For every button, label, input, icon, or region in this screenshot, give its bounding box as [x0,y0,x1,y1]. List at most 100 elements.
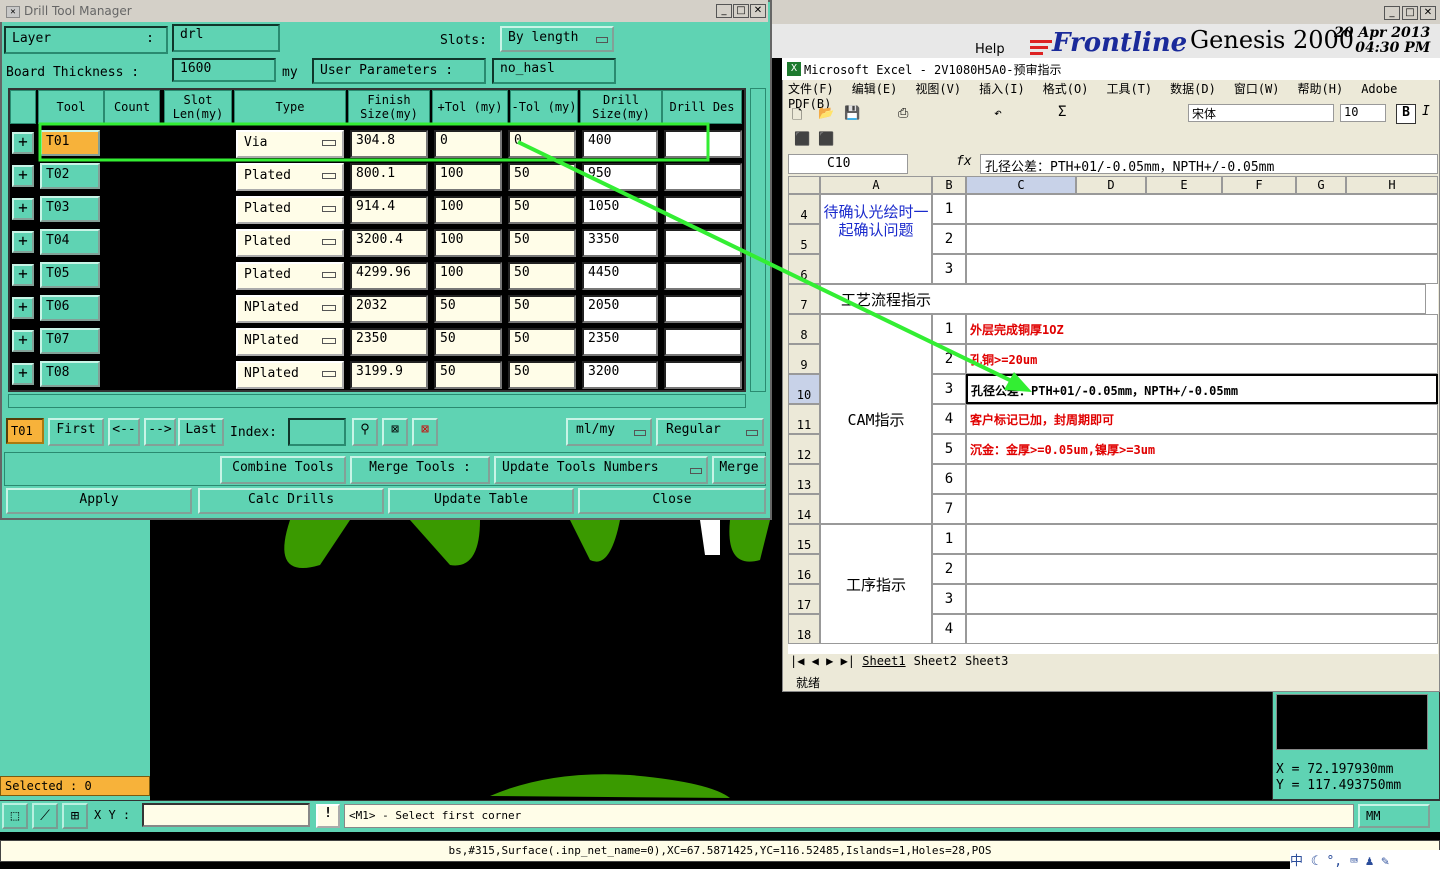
measure-icon[interactable]: ⟋ [32,803,58,829]
minus-tol-input[interactable]: 50 [508,295,576,323]
content-cell[interactable]: 孔铜>=20um [966,344,1438,374]
drill-des-input[interactable] [664,163,742,191]
dtm-close-icon[interactable]: ✕ [750,4,766,18]
expand-icon[interactable]: + [12,165,34,187]
column-header[interactable]: C [966,176,1076,194]
tool-id-cell[interactable]: T04 [40,229,100,255]
calc-drills-button[interactable]: Calc Drills [198,488,384,514]
table-vscrollbar[interactable] [750,88,766,392]
drill-des-input[interactable] [664,295,742,323]
drill-size-input[interactable]: 2350 [582,328,658,356]
column-header[interactable]: A [820,176,932,194]
name-box[interactable]: C10 [788,154,908,174]
seq-cell[interactable]: 3 [932,254,966,284]
drill-size-input[interactable]: 400 [582,130,658,158]
content-cell[interactable] [966,524,1438,554]
row-header[interactable]: 11 [788,404,820,434]
update-tools-numbers-select[interactable]: Update Tools Numbers [494,456,708,484]
column-header[interactable]: E [1146,176,1222,194]
content-cell[interactable]: 客户标记已加，封周期即可 [966,404,1438,434]
row-header[interactable]: 10 [788,374,820,404]
snap-grid-icon[interactable]: ⊞ [62,803,88,829]
minus-tol-input[interactable]: 50 [508,229,576,257]
mini-map[interactable] [1276,694,1428,750]
content-cell[interactable] [966,494,1438,524]
finish-size-input[interactable]: 800.1 [350,163,428,191]
bold-button[interactable]: B [1396,104,1416,124]
row-header[interactable]: 17 [788,584,820,614]
plus-tol-input[interactable]: 50 [434,295,502,323]
expand-icon[interactable]: + [12,363,34,385]
content-cell[interactable]: 外层完成铜厚1OZ [966,314,1438,344]
font-select[interactable]: 宋体 [1188,104,1334,122]
row-header[interactable]: 7 [788,284,820,314]
finish-size-input[interactable]: 3200.4 [350,229,428,257]
column-header[interactable]: G [1296,176,1346,194]
expand-icon[interactable]: + [12,231,34,253]
plus-tol-input[interactable]: 50 [434,361,502,389]
column-header[interactable]: B [932,176,966,194]
minus-tol-input[interactable]: 50 [508,262,576,290]
tool-id-cell[interactable]: T08 [40,361,100,387]
plus-tol-input[interactable]: 50 [434,328,502,356]
combine-tools-button[interactable]: Combine Tools [220,456,346,484]
tool-id-cell[interactable]: T02 [40,163,100,189]
sheet-tab[interactable]: Sheet1 [862,654,905,668]
row-header[interactable]: 9 [788,344,820,374]
merge-button[interactable]: Merge [712,456,766,484]
plus-tol-input[interactable]: 100 [434,163,502,191]
minus-tol-input[interactable]: 50 [508,328,576,356]
tool-id-cell[interactable]: T06 [40,295,100,321]
seq-cell[interactable]: 3 [932,584,966,614]
drill-des-input[interactable] [664,196,742,224]
seq-cell[interactable]: 2 [932,224,966,254]
update-table-button[interactable]: Update Table [388,488,574,514]
table-hscrollbar[interactable] [8,394,746,408]
sum-icon[interactable]: Σ [1058,104,1066,120]
row-header[interactable]: 15 [788,524,820,554]
save-icon[interactable]: 💾 [844,106,860,121]
menu-item[interactable]: 插入(I) [979,82,1025,96]
expand-icon[interactable]: + [12,297,34,319]
tool-id-cell[interactable]: T05 [40,262,100,288]
expand-icon[interactable]: + [12,330,34,352]
seq-cell[interactable]: 7 [932,494,966,524]
filter-icon[interactable]: ⊠ [382,418,408,446]
pdf-mail-icon[interactable]: ⬛ [818,132,834,147]
minus-tol-input[interactable]: 50 [508,361,576,389]
content-cell[interactable] [966,224,1438,254]
apply-button[interactable]: Apply [6,488,192,514]
index-input[interactable] [288,418,346,446]
content-cell[interactable]: 孔径公差：PTH+01/-0.05mm，NPTH+/-0.05mm [966,374,1438,404]
tool-id-cell[interactable]: T01 [40,130,100,156]
drill-des-input[interactable] [664,361,742,389]
seq-cell[interactable]: 4 [932,404,966,434]
row-header[interactable]: 5 [788,224,820,254]
row-header[interactable]: 13 [788,464,820,494]
maximize-icon[interactable]: □ [1402,6,1418,20]
row-header[interactable]: 12 [788,434,820,464]
plus-tol-input[interactable]: 100 [434,262,502,290]
expand-icon[interactable]: + [12,198,34,220]
user-params-input[interactable]: no_hasl [492,58,616,84]
section-label[interactable]: 待确认光绘时一起确认问题 [820,194,932,284]
seq-cell[interactable]: 1 [932,524,966,554]
type-select[interactable]: Plated [236,196,344,224]
row-header[interactable]: 16 [788,554,820,584]
drill-size-input[interactable]: 1050 [582,196,658,224]
section-label[interactable]: 工序指示 [820,524,932,644]
seq-cell[interactable]: 3 [932,374,966,404]
seq-cell[interactable]: 1 [932,314,966,344]
content-cell[interactable] [966,464,1438,494]
content-cell[interactable] [966,194,1438,224]
section-label[interactable]: CAM指示 [820,314,932,524]
drill-size-input[interactable]: 3200 [582,361,658,389]
dtm-maximize-icon[interactable]: □ [733,4,749,18]
finish-size-input[interactable]: 914.4 [350,196,428,224]
plus-tol-input[interactable]: 100 [434,196,502,224]
menu-item[interactable]: 数据(D) [1170,82,1216,96]
new-doc-icon[interactable]: 🗋 [792,106,802,128]
type-select[interactable]: Plated [236,163,344,191]
undo-icon[interactable]: ↶ [994,106,1002,121]
drill-des-input[interactable] [664,130,742,158]
